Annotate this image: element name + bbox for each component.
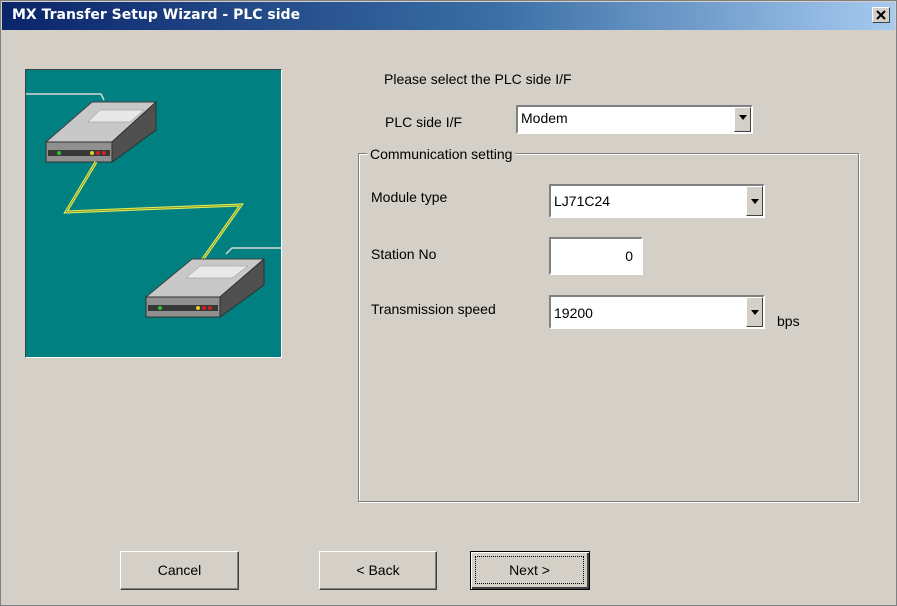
module-type-value: LJ71C24 <box>554 193 611 209</box>
plc-if-value: Modem <box>521 110 568 126</box>
window-title: MX Transfer Setup Wizard - PLC side <box>12 7 301 23</box>
wizard-window: MX Transfer Setup Wizard - PLC side Plea… <box>0 0 897 606</box>
communication-setting-title: Communication setting <box>367 146 516 162</box>
station-no-label: Station No <box>371 246 437 262</box>
station-no-field[interactable]: 0 <box>549 237 643 275</box>
back-button[interactable]: < Back <box>319 551 437 590</box>
transmission-speed-dropdown-button[interactable] <box>746 297 763 327</box>
chevron-down-icon <box>751 310 759 315</box>
close-button[interactable] <box>872 7 890 23</box>
connection-illustration <box>25 69 282 358</box>
plc-if-label: PLC side I/F <box>385 114 463 130</box>
module-type-label: Module type <box>371 189 448 205</box>
modem-icon <box>144 257 266 318</box>
modem-icon <box>44 100 158 163</box>
cancel-button[interactable]: Cancel <box>120 551 239 590</box>
next-button[interactable]: Next > <box>470 551 590 590</box>
chevron-down-icon <box>739 115 747 120</box>
transmission-speed-label: Transmission speed <box>371 301 496 317</box>
station-no-value: 0 <box>625 248 633 264</box>
close-icon <box>876 10 886 20</box>
transmission-speed-dropdown[interactable]: 19200 <box>549 295 765 329</box>
select-prompt: Please select the PLC side I/F <box>384 71 572 87</box>
transmission-speed-unit: bps <box>777 313 800 329</box>
plc-if-dropdown[interactable]: Modem <box>516 105 753 134</box>
module-type-dropdown-button[interactable] <box>746 186 763 216</box>
modem-connection-picture <box>26 93 281 318</box>
plc-if-dropdown-button[interactable] <box>734 107 751 132</box>
module-type-dropdown[interactable]: LJ71C24 <box>549 184 765 218</box>
title-bar[interactable]: MX Transfer Setup Wizard - PLC side <box>2 2 895 30</box>
next-button-label: Next > <box>475 556 584 584</box>
transmission-speed-value: 19200 <box>554 305 593 321</box>
chevron-down-icon <box>751 199 759 204</box>
